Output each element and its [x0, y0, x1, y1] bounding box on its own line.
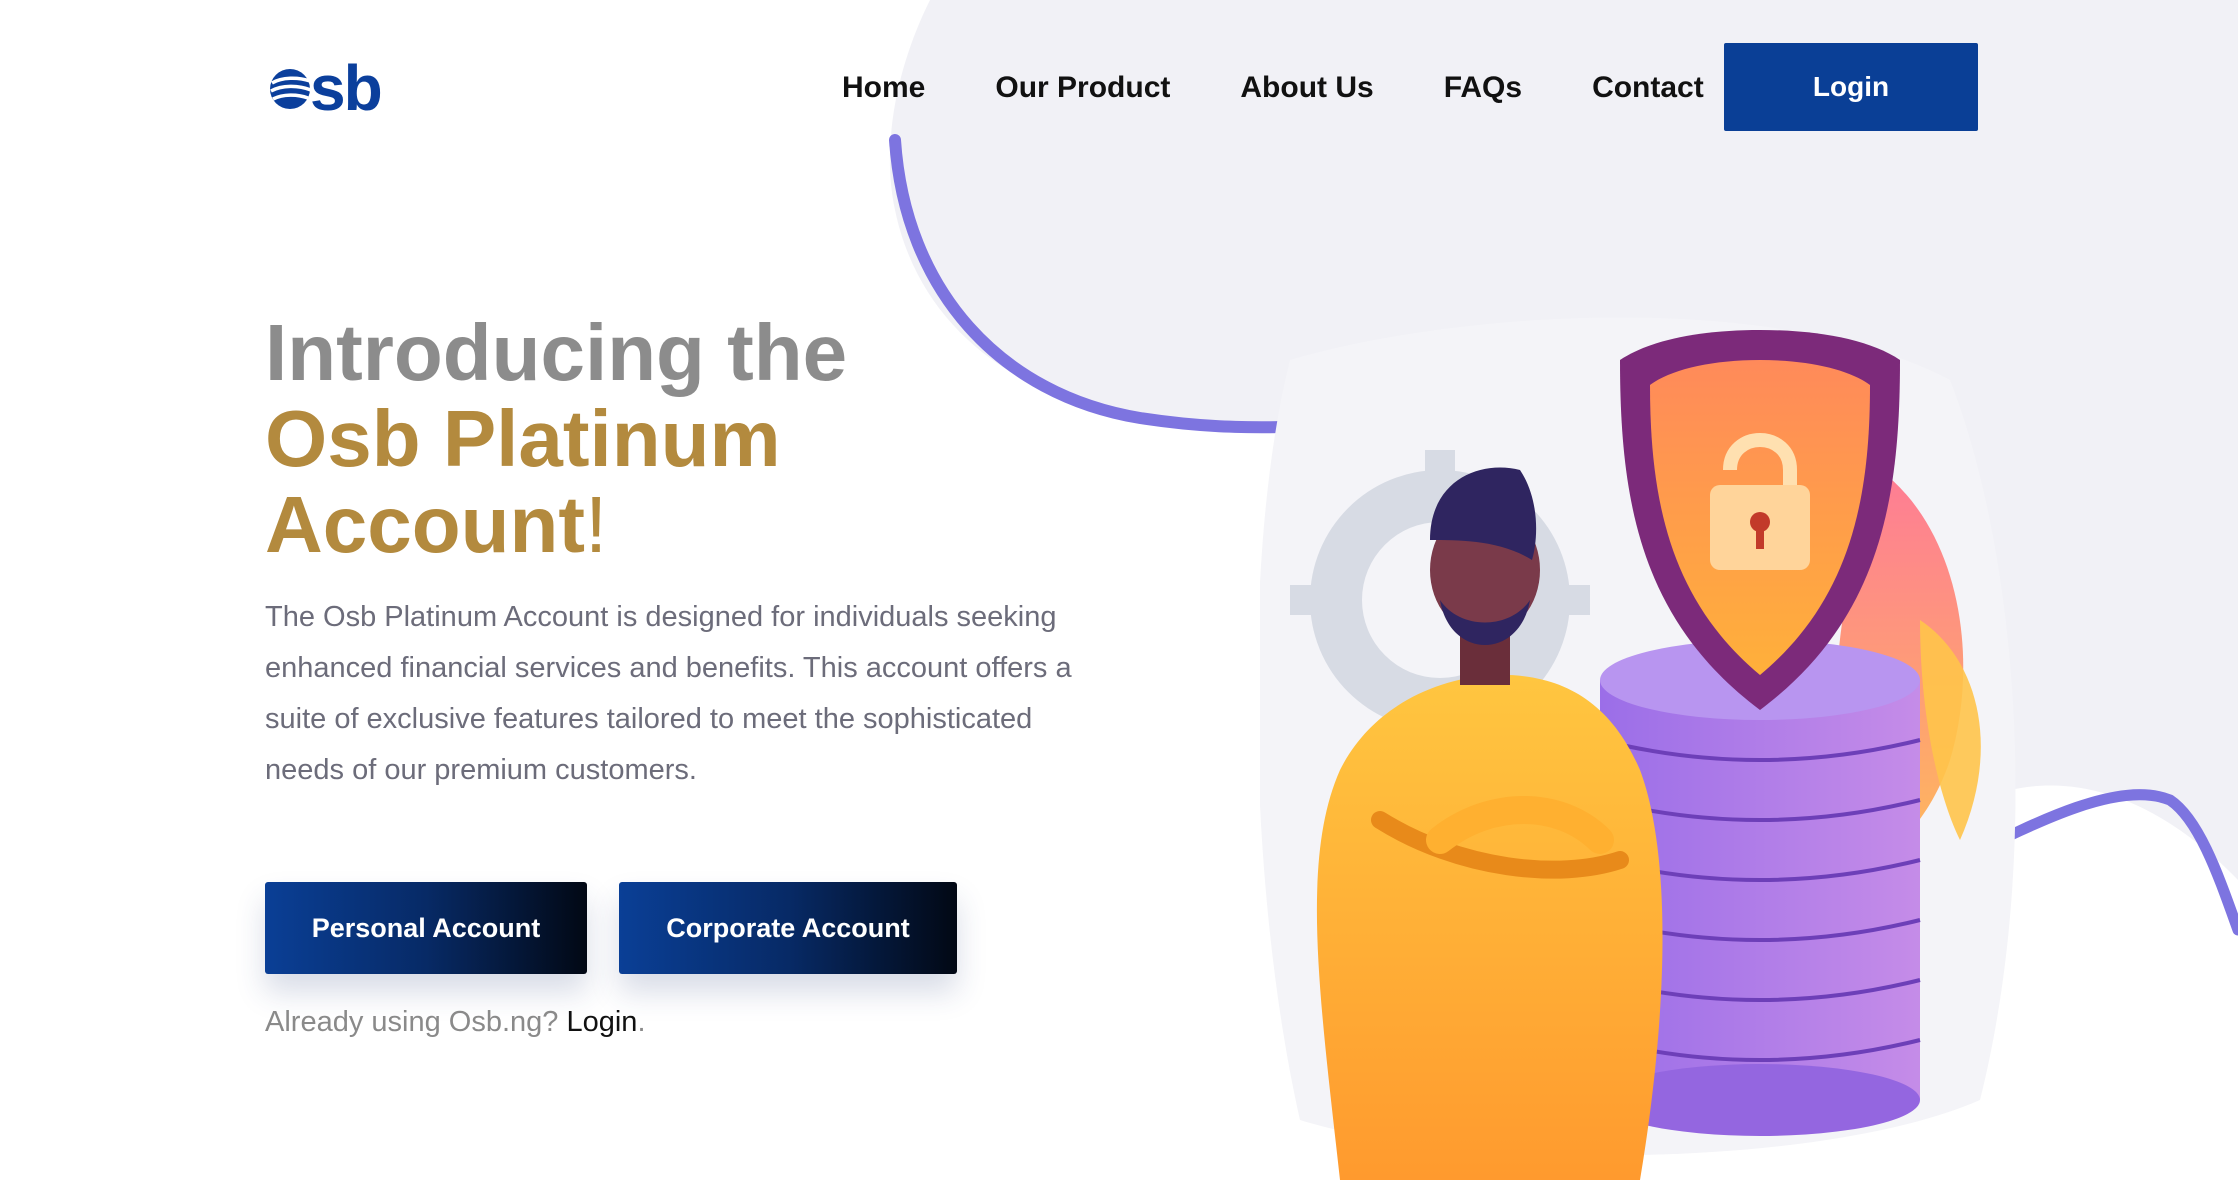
already-using-label: Already using Osb.ng? — [265, 1006, 559, 1038]
hero-title-product: Osb Platinum — [265, 394, 781, 483]
login-button[interactable]: Login — [1724, 43, 1978, 131]
hero-title-account: Account — [265, 480, 585, 569]
nav-faqs[interactable]: FAQs — [1444, 68, 1522, 108]
corporate-account-button[interactable]: Corporate Account — [619, 882, 957, 974]
nav-about-us[interactable]: About Us — [1240, 68, 1373, 108]
brand-logo[interactable]: sb — [268, 52, 383, 124]
globe-icon — [270, 69, 312, 109]
nav-contact[interactable]: Contact — [1592, 68, 1704, 108]
already-using-text: Already using Osb.ng? Login. — [265, 1006, 1085, 1039]
already-suffix: . — [637, 1006, 646, 1038]
logo-text: sb — [310, 52, 383, 124]
nav-home[interactable]: Home — [842, 68, 925, 108]
nav-our-product[interactable]: Our Product — [995, 68, 1170, 108]
hero-title-intro: Introducing the — [265, 308, 848, 397]
already-login-link[interactable]: Login — [566, 1006, 637, 1038]
landing-page: sb Home Our Product About Us FAQs Contac… — [0, 0, 2238, 1200]
cta-row: Personal Account Corporate Account — [265, 882, 1085, 974]
main-nav: Home Our Product About Us FAQs Contact — [842, 68, 1774, 108]
hero-section: Introducing the Osb Platinum Account! Th… — [265, 310, 1085, 1039]
personal-account-button[interactable]: Personal Account — [265, 882, 587, 974]
hero-description: The Osb Platinum Account is designed for… — [265, 601, 1072, 786]
hero-title-punct: ! — [585, 480, 608, 569]
security-illustration — [1260, 317, 2016, 1180]
hero-title: Introducing the Osb Platinum Account! — [265, 310, 1085, 568]
